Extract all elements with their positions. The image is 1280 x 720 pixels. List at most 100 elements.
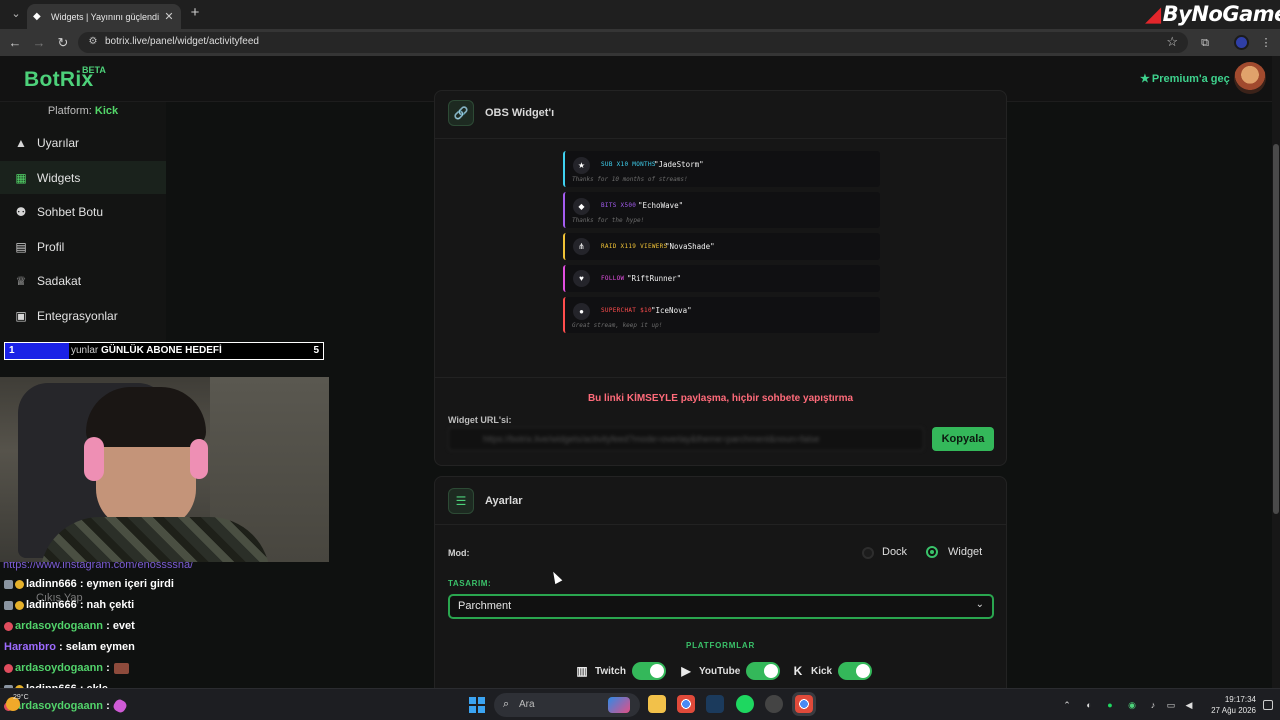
widget-url-field[interactable]: https://botrix.live/widgets/activityfeed…	[448, 427, 924, 451]
user-avatar[interactable]	[1234, 62, 1266, 94]
robot-icon: ⚉	[15, 204, 27, 219]
sliders-icon: ☰	[448, 488, 474, 514]
tab-title: Widgets | Yayınını güçlendirmek	[51, 11, 159, 22]
chat-message: ardasoydogaann : evet	[4, 620, 135, 632]
design-select[interactable]: Parchment ⌄	[448, 594, 994, 619]
windows-start-icon[interactable]	[469, 697, 485, 713]
url-text[interactable]: botrix.live/panel/widget/activityfeed	[105, 36, 259, 47]
microphone-icon[interactable]: ♪	[1147, 699, 1159, 711]
file-explorer-icon[interactable]	[648, 695, 666, 713]
spotify-icon[interactable]	[736, 695, 754, 713]
star-icon: ★	[1140, 73, 1150, 85]
design-select-value: Parchment	[458, 600, 512, 612]
webcam-overlay	[0, 377, 329, 562]
copy-button[interactable]: Kopyala	[932, 427, 994, 451]
design-label: TASARIM:	[448, 579, 492, 588]
taskbar-search-placeholder: Ara	[519, 699, 535, 710]
sidebar: Platform: Kick ▲ Uyarılar ▦ Widgets ⚉ So…	[0, 102, 166, 342]
windows-taskbar: ardasoydogaann : 29°C ⌕ Ara ⌃ ◐ ● ◉ ♪ ▭ …	[0, 688, 1280, 720]
chrome-icon[interactable]	[677, 695, 695, 713]
clock-date: 27 Ağu 2026	[1211, 706, 1256, 715]
chrome-active-icon[interactable]	[795, 695, 813, 713]
feed-item: ● SUPERCHAT $10 "IceNova" Great stream, …	[563, 297, 880, 333]
kick-toggle[interactable]	[838, 662, 873, 680]
mode-option-widget[interactable]: Widget	[948, 546, 982, 558]
page-scrollbar[interactable]	[1272, 56, 1280, 688]
obs-card-title: OBS Widget'ı	[485, 107, 555, 119]
twitch-toggle[interactable]	[631, 662, 666, 680]
sidebar-item-sadakat[interactable]: ♕ Sadakat	[0, 264, 166, 297]
taskbar-clock[interactable]: 19:17:34 27 Ağu 2026	[1208, 694, 1256, 716]
chat-message: ardasoydogaann :	[4, 662, 129, 674]
premium-link[interactable]: ★ Premium'a geç	[1140, 72, 1230, 85]
tab-search-chevron-icon[interactable]: ⌄	[8, 6, 24, 22]
browser-profile-avatar[interactable]	[1234, 35, 1249, 50]
webcam-body	[40, 517, 270, 562]
goal-target: 5	[313, 345, 319, 356]
network-icon[interactable]: ▭	[1165, 699, 1177, 711]
clock-time: 19:17:34	[1224, 695, 1256, 704]
sidebar-item-profil[interactable]: ▤ Profil	[0, 230, 166, 263]
activity-feed-preview: ★ SUB X10 MONTHS "JadeStorm" Thanks for …	[563, 151, 880, 338]
address-bar[interactable]: ⚙ botrix.live/panel/widget/activityfeed …	[78, 32, 1188, 53]
sidebar-item-widgets[interactable]: ▦ Widgets	[0, 161, 166, 194]
steam-icon[interactable]	[706, 695, 724, 713]
feed-item: ♥ FOLLOW "RiftRunner"	[563, 265, 880, 292]
star-icon: ★	[573, 157, 590, 174]
mode-option-dock[interactable]: Dock	[882, 546, 907, 558]
feed-username: "RiftRunner"	[627, 274, 682, 283]
chat-message: ladinn666 : nah çekti	[4, 599, 134, 611]
chevron-down-icon: ⌄	[975, 599, 984, 610]
volume-icon[interactable]: ◀	[1183, 699, 1195, 711]
link-icon: 🔗	[448, 100, 474, 126]
forward-arrow-icon[interactable]: →	[31, 35, 47, 51]
search-highlight-icon	[608, 697, 630, 713]
bookmark-star-icon[interactable]: ☆	[1166, 34, 1178, 50]
integration-icon: ▣	[15, 308, 27, 323]
chat-message: ladinn666 : eymen içeri girdi	[4, 578, 174, 590]
mode-radio-dock[interactable]	[862, 547, 874, 559]
app-tray-icon[interactable]: ◉	[1126, 699, 1138, 711]
platform-indicator: Platform: Kick	[47, 105, 119, 117]
settings-card: ☰ Ayarlar Mod: Dock Widget TASARIM: Parc…	[434, 476, 1007, 688]
back-arrow-icon[interactable]: ←	[7, 35, 23, 51]
site-info-icon[interactable]: ⚙	[86, 35, 100, 49]
badge-icon	[4, 600, 13, 610]
sidebar-item-uyarilar[interactable]: ▲ Uyarılar	[0, 126, 166, 159]
spotify-tray-icon[interactable]: ●	[1104, 699, 1116, 711]
badge-icon	[15, 579, 24, 589]
browser-menu-icon[interactable]: ⋮	[1258, 35, 1274, 51]
scrollbar-thumb[interactable]	[1273, 144, 1279, 514]
chat-message: Harambro : selam eymen	[4, 641, 135, 653]
tray-chevron-icon[interactable]: ⌃	[1061, 699, 1073, 711]
feed-item: ◆ BITS X500 "EchoWave" Thanks for the hy…	[563, 192, 880, 228]
notification-icon[interactable]	[1263, 700, 1273, 710]
obs-widget-card: 🔗 OBS Widget'ı ★ SUB X10 MONTHS "JadeSto…	[434, 90, 1007, 466]
platform-twitch: ▥ Twitch	[573, 661, 666, 681]
sidebar-item-sohbet-botu[interactable]: ⚉ Sohbet Botu	[0, 195, 166, 228]
platform-name: YouTube	[699, 665, 741, 677]
settings-card-header: ☰ Ayarlar	[435, 477, 1006, 525]
close-tab-icon[interactable]: ✕	[163, 10, 175, 23]
reload-icon[interactable]: ↻	[55, 35, 71, 51]
obs-card-header: 🔗 OBS Widget'ı	[435, 91, 1006, 139]
taskbar-search[interactable]: ⌕ Ara	[494, 693, 640, 717]
discord-tray-icon[interactable]: ◐	[1083, 699, 1095, 711]
kick-icon: K	[793, 664, 803, 678]
feed-username: "NovaShade"	[665, 242, 715, 251]
emote-icon	[111, 697, 128, 715]
mode-label: Mod:	[448, 548, 470, 558]
headset-earcup	[190, 439, 208, 479]
widget-url-label: Widget URL'si:	[448, 415, 512, 425]
extensions-icon[interactable]: ⧉	[1197, 35, 1213, 51]
warning-icon: ▲	[15, 135, 27, 150]
trophy-icon: ♕	[15, 273, 27, 288]
youtube-toggle[interactable]	[746, 662, 781, 680]
emote-icon	[113, 662, 129, 674]
mode-radio-widget[interactable]	[926, 546, 938, 558]
obs-icon[interactable]	[765, 695, 783, 713]
new-tab-icon[interactable]: +	[188, 5, 202, 20]
weather-temp[interactable]: 29°C	[13, 694, 29, 701]
sidebar-item-entegrasyonlar[interactable]: ▣ Entegrasyonlar	[0, 299, 166, 332]
browser-tab[interactable]: ◆ Widgets | Yayınını güçlendirmek ✕	[27, 4, 181, 29]
